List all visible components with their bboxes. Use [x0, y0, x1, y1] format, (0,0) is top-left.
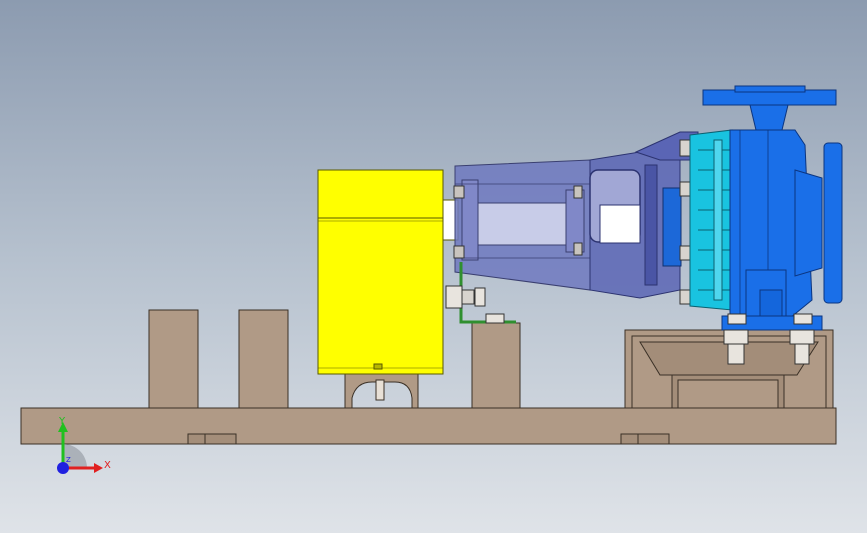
z-axis-label: Z: [66, 456, 71, 464]
base-frame[interactable]: [20, 407, 837, 445]
motor-body[interactable]: [317, 169, 444, 375]
suction-flange[interactable]: [823, 142, 843, 304]
cad-viewport[interactable]: Y X Z: [0, 0, 867, 533]
base-plate[interactable]: [20, 407, 837, 445]
impeller-housing[interactable]: [689, 129, 733, 311]
y-axis-label: Y: [58, 416, 66, 427]
motor[interactable]: [317, 169, 459, 375]
bearing-housing[interactable]: [589, 131, 699, 299]
coupling-guard[interactable]: [454, 159, 591, 291]
base-notch-right: [620, 433, 670, 445]
pedestal-left-2[interactable]: [238, 309, 289, 409]
base-notch-left: [187, 433, 237, 445]
x-axis-label: X: [104, 460, 111, 471]
pedestal-middle[interactable]: [471, 322, 521, 409]
pedestal-left-1[interactable]: [148, 309, 199, 409]
